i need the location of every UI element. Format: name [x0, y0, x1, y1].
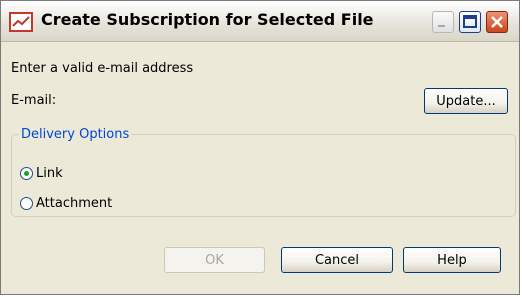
close-button[interactable]: [486, 11, 508, 33]
email-prompt: Enter a valid e-mail address: [11, 61, 194, 76]
minimize-button[interactable]: [432, 11, 454, 33]
cancel-button[interactable]: Cancel: [281, 247, 393, 273]
close-icon: [491, 16, 503, 28]
radio-option-link[interactable]: Link: [20, 166, 63, 181]
radio-label-attachment: Attachment: [36, 196, 113, 211]
chart-icon: [9, 12, 33, 32]
window-title: Create Subscription for Selected File: [41, 10, 374, 29]
delivery-options-group: Delivery Options Link Attachment: [11, 127, 516, 217]
update-button[interactable]: Update...: [424, 88, 508, 114]
help-button[interactable]: Help: [403, 247, 501, 273]
dialog-body: Enter a valid e-mail address E-mail: Upd…: [1, 42, 519, 294]
radio-selected-icon[interactable]: [20, 167, 33, 180]
email-label: E-mail:: [11, 93, 57, 108]
title-bar[interactable]: Create Subscription for Selected File: [1, 1, 519, 42]
radio-unselected-icon[interactable]: [20, 197, 33, 210]
ok-button[interactable]: OK: [164, 247, 265, 273]
maximize-icon: [463, 15, 477, 28]
radio-option-attachment[interactable]: Attachment: [20, 196, 112, 211]
radio-label-link: Link: [36, 166, 63, 181]
delivery-options-legend: Delivery Options: [21, 127, 130, 142]
dialog-window: Create Subscription for Selected File En…: [0, 0, 520, 295]
maximize-button[interactable]: [459, 11, 481, 33]
minimize-icon: [438, 25, 445, 27]
